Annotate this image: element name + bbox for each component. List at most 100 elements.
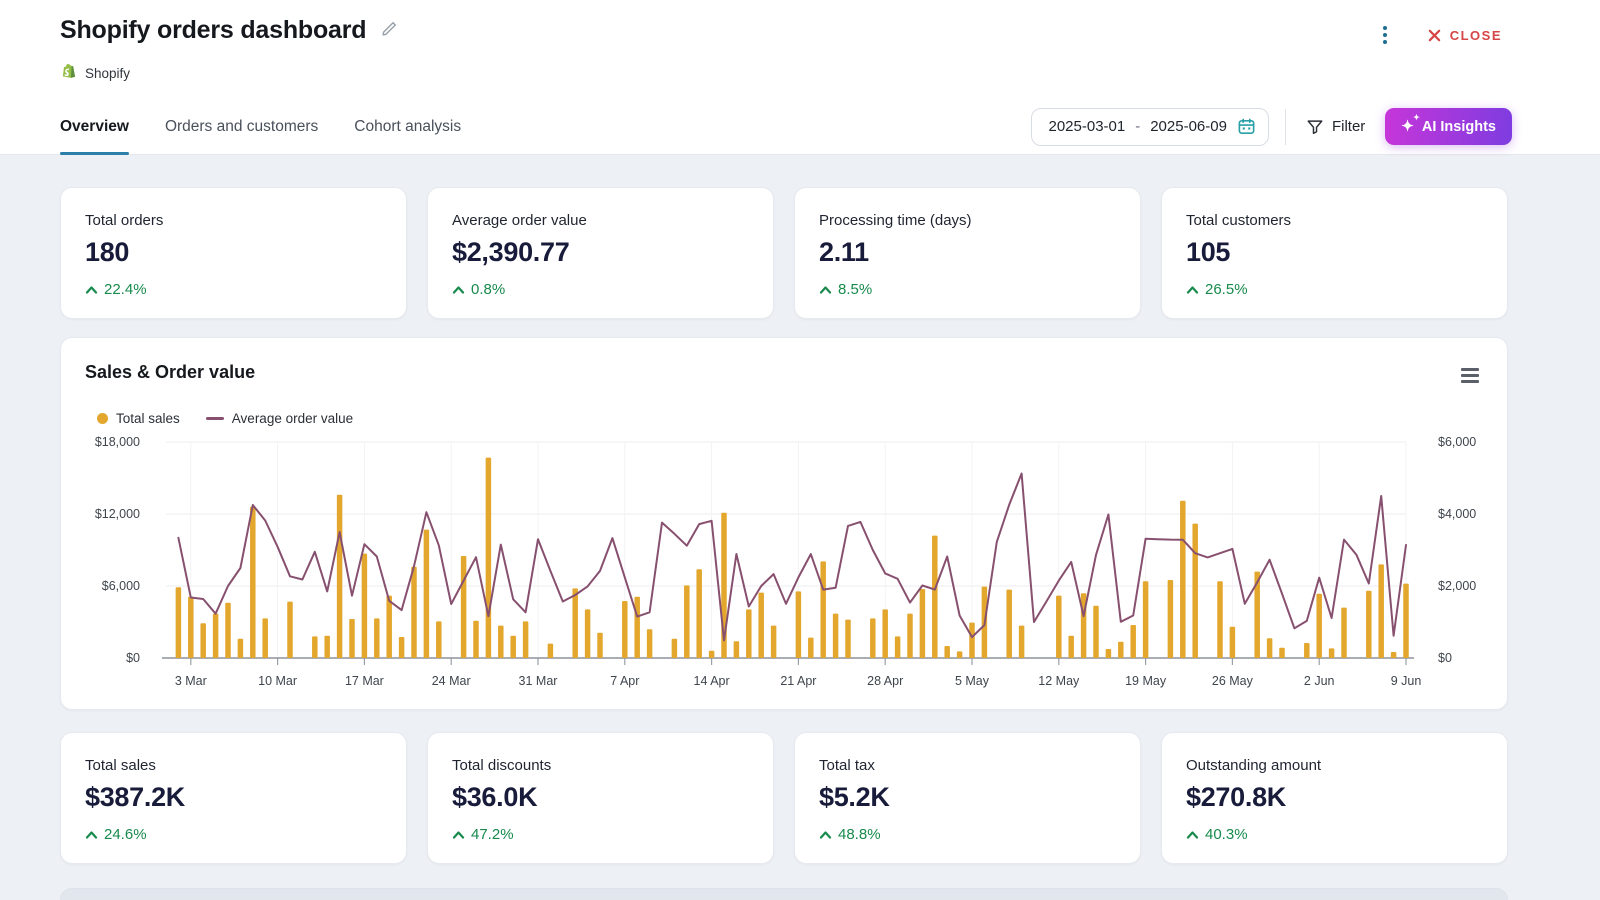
svg-text:9 Jun: 9 Jun [1391,674,1422,688]
svg-text:$6,000: $6,000 [102,579,140,593]
close-label: CLOSE [1450,28,1502,43]
up-chevron-icon [1186,830,1199,839]
up-chevron-icon [1186,285,1199,294]
svg-text:5 May: 5 May [955,674,990,688]
controls-divider [1285,109,1286,145]
kpi-value: $270.8K [1186,782,1483,813]
svg-text:31 Mar: 31 Mar [519,674,558,688]
kpi-card-outstanding-amount: Outstanding amount $270.8K 40.3% [1161,732,1508,864]
svg-text:28 Apr: 28 Apr [867,674,903,688]
tab-bar: Overview Orders and customers Cohort ana… [60,99,461,154]
filter-label: Filter [1332,118,1365,135]
up-chevron-icon [819,285,832,294]
kpi-label: Total orders [85,212,382,229]
svg-text:21 Apr: 21 Apr [780,674,816,688]
edit-title-icon[interactable] [380,20,398,43]
kpi-card-processing-time: Processing time (days) 2.11 8.5% [794,187,1141,319]
kpi-label: Total tax [819,757,1116,774]
svg-text:14 Apr: 14 Apr [694,674,730,688]
chart-legend: Total sales Average order value [85,411,1483,426]
up-chevron-icon [819,830,832,839]
svg-text:24 Mar: 24 Mar [432,674,471,688]
kpi-value: 105 [1186,237,1483,268]
kpi-card-total-discounts: Total discounts $36.0K 47.2% [427,732,774,864]
kpi-value: $5.2K [819,782,1116,813]
kpi-delta-value: 0.8% [471,281,505,298]
legend-item-total-sales: Total sales [97,411,180,426]
close-icon [1427,28,1442,43]
legend-dot-icon [97,413,108,424]
more-menu-button[interactable] [1377,22,1393,48]
svg-text:$4,000: $4,000 [1438,507,1476,521]
svg-text:$6,000: $6,000 [1438,435,1476,449]
date-separator: - [1135,118,1140,135]
kpi-delta-value: 22.4% [104,281,147,298]
shopify-icon [60,62,77,85]
sparkle-icon: ✦✦ [1401,119,1414,134]
kpi-card-total-sales: Total sales $387.2K 24.6% [60,732,407,864]
svg-text:3 Mar: 3 Mar [175,674,207,688]
kpi-label: Total discounts [452,757,749,774]
svg-text:19 May: 19 May [1125,674,1167,688]
filter-button[interactable]: Filter [1302,112,1369,142]
kpi-label: Outstanding amount [1186,757,1483,774]
kpi-label: Total sales [85,757,382,774]
svg-text:7 Apr: 7 Apr [610,674,639,688]
date-start: 2025-03-01 [1048,118,1125,135]
chart-menu-icon[interactable] [1457,362,1483,389]
kpi-delta-value: 8.5% [838,281,872,298]
source-badge: Shopify [0,48,1600,85]
up-chevron-icon [452,830,465,839]
kpi-row-top: Total orders 180 22.4% Average order val… [60,187,1508,319]
calendar-icon [1237,117,1256,136]
svg-text:$0: $0 [1438,651,1452,665]
kpi-value: 2.11 [819,237,1116,268]
kpi-value: 180 [85,237,382,268]
close-button[interactable]: CLOSE [1427,28,1502,43]
ai-insights-button[interactable]: ✦✦ AI Insights [1385,108,1512,145]
kpi-delta-value: 48.8% [838,826,881,843]
date-end: 2025-06-09 [1150,118,1227,135]
up-chevron-icon [85,285,98,294]
sales-order-value-card: Sales & Order value Total sales Average … [60,337,1508,710]
kpi-card-total-customers: Total customers 105 26.5% [1161,187,1508,319]
chart-title: Sales & Order value [85,362,255,383]
kpi-delta-value: 47.2% [471,826,514,843]
tab-overview[interactable]: Overview [60,99,129,154]
funnel-icon [1306,118,1324,136]
date-range-picker[interactable]: 2025-03-01 - 2025-06-09 [1031,108,1268,146]
svg-text:$0: $0 [126,651,140,665]
svg-text:2 Jun: 2 Jun [1304,674,1335,688]
svg-text:$2,000: $2,000 [1438,579,1476,593]
kpi-label: Processing time (days) [819,212,1116,229]
sales-order-chart: $18,000 $6,000 $12,000 $4,000 $6,000 $2,000 $0… [85,432,1485,690]
header: Shopify orders dashboard CLOSE Shopify O… [0,0,1600,155]
tab-orders-and-customers[interactable]: Orders and customers [165,99,318,154]
kpi-delta-value: 40.3% [1205,826,1248,843]
kpi-label: Average order value [452,212,749,229]
svg-text:$12,000: $12,000 [95,507,140,521]
kpi-value: $2,390.77 [452,237,749,268]
svg-text:12 May: 12 May [1038,674,1080,688]
kpi-value: $387.2K [85,782,382,813]
svg-text:17 Mar: 17 Mar [345,674,384,688]
svg-text:10 Mar: 10 Mar [258,674,297,688]
page-title: Shopify orders dashboard [60,16,366,45]
legend-item-average-order-value: Average order value [206,411,353,426]
kpi-card-total-tax: Total tax $5.2K 48.8% [794,732,1141,864]
kpi-value: $36.0K [452,782,749,813]
legend-line-icon [206,417,224,420]
up-chevron-icon [85,830,98,839]
next-section-card-edge [60,888,1508,900]
svg-text:$18,000: $18,000 [95,435,140,449]
kpi-row-bottom: Total sales $387.2K 24.6% Total discount… [60,732,1508,864]
tab-cohort-analysis[interactable]: Cohort analysis [354,99,461,154]
up-chevron-icon [452,285,465,294]
kpi-label: Total customers [1186,212,1483,229]
ai-insights-label: AI Insights [1422,119,1496,135]
kpi-delta-value: 26.5% [1205,281,1248,298]
kpi-card-total-orders: Total orders 180 22.4% [60,187,407,319]
kpi-delta-value: 24.6% [104,826,147,843]
svg-text:26 May: 26 May [1212,674,1254,688]
kpi-card-average-order-value: Average order value $2,390.77 0.8% [427,187,774,319]
